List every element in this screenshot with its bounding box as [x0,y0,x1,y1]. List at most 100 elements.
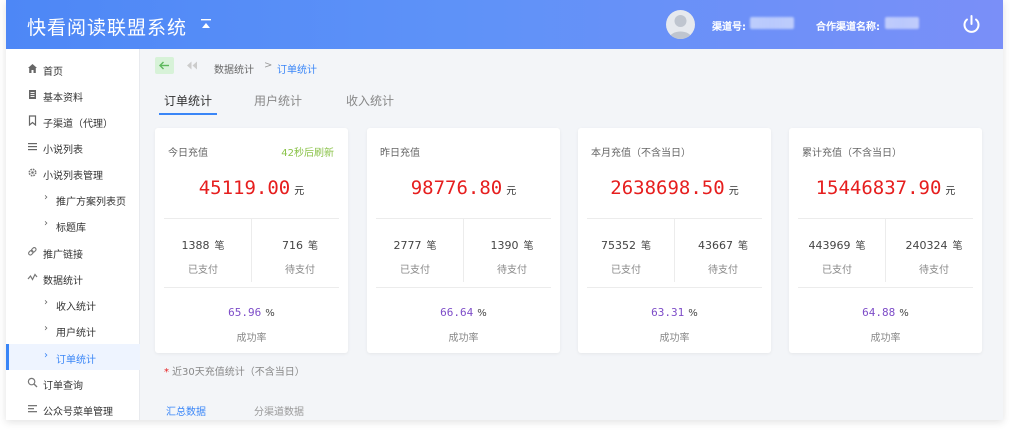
chevron-right-icon: › [44,323,48,334]
card-title: 累计充值（不含当日） [802,148,902,159]
success-rate: 65.96% [228,306,275,319]
sidebar-item-label: 公众号菜单管理 [43,407,113,418]
sidebar-item-label: 订单统计 [56,355,96,366]
pending-label: 待支付 [919,265,949,276]
top-header: 快看阅读联盟系统 渠道号: 合作渠道名称: [6,0,1003,49]
tab-user-stats[interactable]: 用户统计 [254,92,302,109]
card-title: 本月充值（不含当日） [591,148,691,159]
power-icon[interactable] [959,12,984,37]
stat-card-month: 本月充值（不含当日） 2638698.50 元 75352 笔 43667 笔 已支付… [578,128,771,353]
sidebar-item-subchannel[interactable]: 子渠道（代理） [6,108,140,134]
sidebar-item-data-stats[interactable]: 数据统计 [6,265,140,291]
success-rate: 64.88% [862,306,909,319]
success-rate-label: 成功率 [659,333,690,344]
success-rate-label: 成功率 [236,333,267,344]
partner-name-redacted [885,17,919,29]
sidebar-item-promo-links[interactable]: 推广链接 [6,239,140,265]
sidebar-item-label: 收入统计 [56,302,96,313]
pending-count: 43667 笔 [698,239,748,252]
double-chevron-left-icon[interactable] [186,61,198,70]
breadcrumb: 数据统计 > 订单统计 [140,49,1003,82]
bookmark-icon [28,115,37,126]
success-rate: 63.31% [651,306,698,319]
app-window: 快看阅读联盟系统 渠道号: 合作渠道名称: 首页 基本资料 子渠道（代理） 小说… [6,0,1003,420]
sidebar-item-label: 用户统计 [56,328,96,339]
avatar[interactable] [666,10,695,39]
breadcrumb-parent[interactable]: 数据统计 [214,61,254,76]
sidebar-item-label: 小说列表 [43,145,83,156]
collapse-icon[interactable] [200,18,212,30]
breadcrumb-current: 订单统计 [277,65,317,76]
sidebar-item-label: 首页 [43,67,63,78]
paid-label: 已支付 [400,265,430,276]
sidebar-item-label: 订单查询 [43,381,83,392]
paid-label: 已支付 [188,265,218,276]
sidebar-item-home[interactable]: 首页 [6,56,140,82]
paid-count: 75352 笔 [601,239,651,252]
chart-note: * 近30天充值统计（不含当日） [164,367,305,378]
gear-icon [28,168,37,177]
arrow-left-icon [159,61,169,70]
pending-count: 240324 笔 [905,239,963,252]
sidebar-item-promo-plans[interactable]: › 推广方案列表页 [6,186,140,212]
menu-icon [28,405,37,413]
channel-label: 渠道号: [712,22,746,33]
home-icon [28,64,37,73]
pending-label: 待支付 [497,265,527,276]
tab-income-stats[interactable]: 收入统计 [346,92,394,109]
sidebar-item-novel-list[interactable]: 小说列表 [6,134,140,160]
list-icon [28,143,37,151]
sidebar-item-order-search[interactable]: 订单查询 [6,370,140,396]
link-icon [28,247,37,256]
paid-count: 2777 笔 [393,239,437,252]
success-rate: 66.64% [440,306,487,319]
app-title: 快看阅读联盟系统 [27,17,188,39]
pending-count: 716 笔 [282,239,318,252]
paid-label: 已支付 [822,265,852,276]
sidebar-item-user-stats[interactable]: › 用户统计 [6,317,140,343]
recharge-amount: 45119.00 元 [198,177,305,199]
sidebar-item-label: 小说列表管理 [43,171,103,182]
paid-label: 已支付 [611,265,641,276]
sidebar-item-label: 数据统计 [43,276,83,287]
sidebar-item-label: 推广方案列表页 [56,197,126,208]
tab-summary-data[interactable]: 汇总数据 [166,403,206,418]
chevron-right-icon: › [44,192,48,203]
channel-id-redacted [750,17,794,29]
search-icon [27,377,38,388]
back-button[interactable] [155,57,174,74]
sidebar-item-profile[interactable]: 基本资料 [6,82,140,108]
paid-count: 443969 笔 [808,239,866,252]
sidebar-item-label: 子渠道（代理） [43,119,113,130]
sidebar-item-label: 基本资料 [43,93,83,104]
sidebar-item-title-library[interactable]: › 标题库 [6,212,140,238]
success-rate-label: 成功率 [448,333,479,344]
sidebar-item-wechat-menu[interactable]: 公众号菜单管理 [6,396,140,420]
recharge-amount: 98776.80 元 [410,177,517,199]
partner-label: 合作渠道名称: [816,22,880,33]
stat-card-yesterday: 昨日充值 98776.80 元 2777 笔 1390 笔 已支付 待支付 66.64… [367,128,560,353]
recharge-amount: 15446837.90 元 [815,177,956,199]
stat-card-today: 今日充值 42秒后刷新 45119.00 元 1388 笔 716 笔 已支付 待支付… [155,128,348,353]
chevron-right-icon: › [44,297,48,308]
success-rate-label: 成功率 [870,333,901,344]
recharge-amount: 2638698.50 元 [610,177,739,199]
sidebar: 首页 基本资料 子渠道（代理） 小说列表 小说列表管理 › 推广方案列表页 › … [6,49,140,420]
tab-channel-data[interactable]: 分渠道数据 [254,403,304,418]
chevron-right-icon: › [44,218,48,229]
sidebar-item-label: 标题库 [56,223,86,234]
sidebar-item-order-stats[interactable]: › 订单统计 [6,344,140,370]
sidebar-item-novel-manage[interactable]: 小说列表管理 [6,160,140,186]
document-icon [29,90,36,99]
card-title: 昨日充值 [380,148,420,159]
pending-count: 1390 笔 [490,239,534,252]
sidebar-item-label: 推广链接 [43,250,83,261]
user-icon [669,15,692,39]
breadcrumb-separator: > [264,60,273,71]
tab-order-stats[interactable]: 订单统计 [164,92,212,109]
pending-label: 待支付 [285,265,315,276]
stat-card-total: 累计充值（不含当日） 15446837.90 元 443969 笔 240324 笔 … [789,128,982,353]
sidebar-item-income-stats[interactable]: › 收入统计 [6,291,140,317]
refresh-countdown: 42秒后刷新 [281,148,334,159]
paid-count: 1388 笔 [181,239,225,252]
